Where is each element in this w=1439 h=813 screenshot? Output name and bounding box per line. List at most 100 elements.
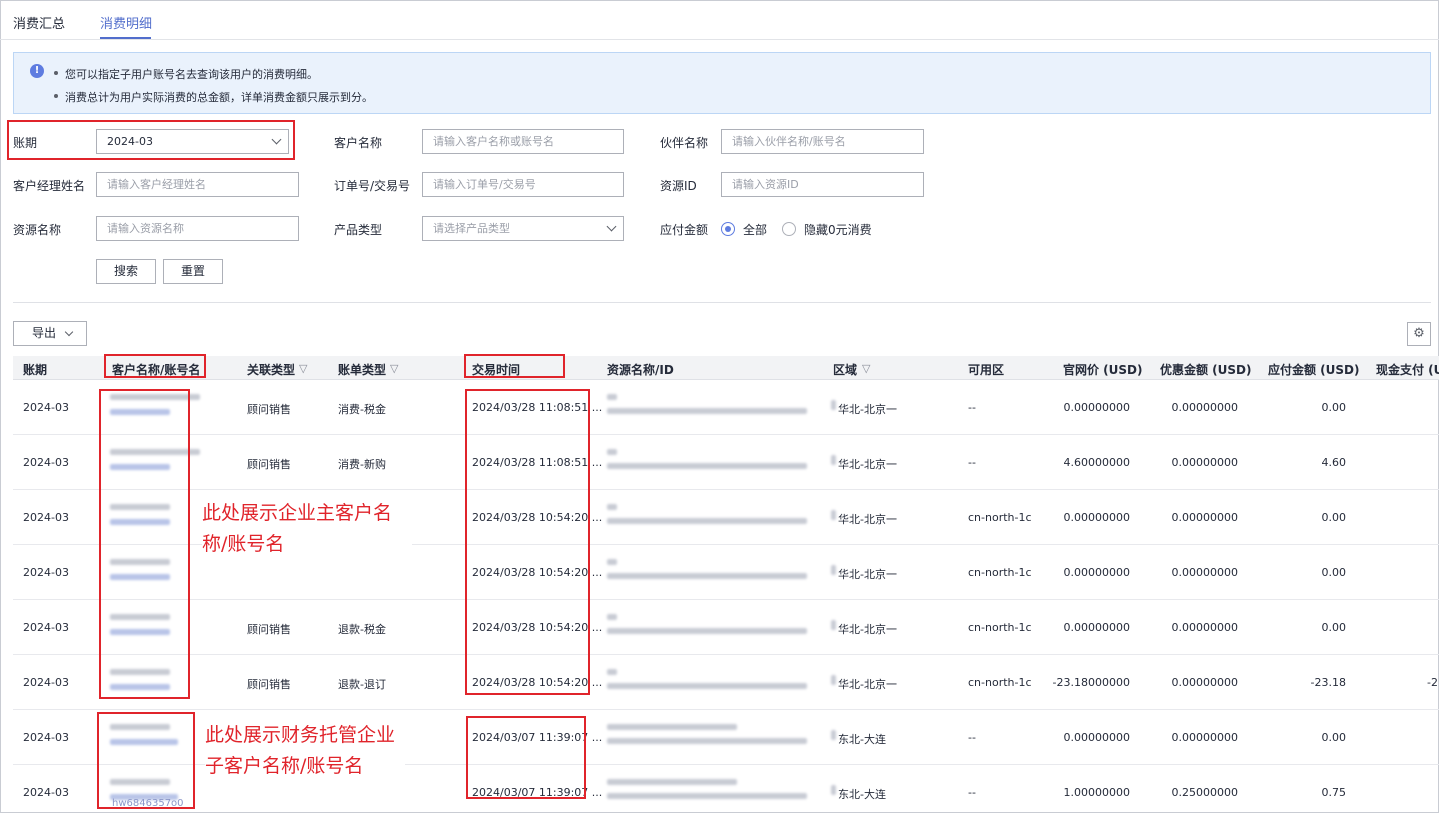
redacted-resource-name bbox=[607, 449, 617, 455]
redacted-region-mark bbox=[831, 675, 836, 685]
th-resource: 资源名称/ID bbox=[607, 363, 674, 377]
cell-discount: 0.00000000 bbox=[1171, 676, 1238, 689]
cell-period: 2024-03 bbox=[23, 511, 69, 524]
highlight-box-customer-main bbox=[99, 389, 190, 699]
radio-all[interactable] bbox=[721, 222, 735, 236]
tab-summary[interactable]: 消费汇总 bbox=[13, 13, 65, 32]
cell-payable: 0.00 bbox=[1321, 511, 1347, 524]
redacted-region-mark bbox=[831, 620, 836, 630]
redacted-region-mark bbox=[831, 785, 836, 795]
cell-list-price: 0.00000000 bbox=[1063, 511, 1130, 524]
chevron-down-icon bbox=[64, 327, 74, 337]
chevron-down-icon bbox=[606, 221, 617, 232]
cell-region: 华北-北京一 bbox=[838, 403, 897, 416]
cell-relation: 顾问销售 bbox=[247, 623, 291, 636]
cell-period: 2024-03 bbox=[23, 676, 69, 689]
info-notice: ! 您可以指定子用户账号名去查询该用户的消费明细。 消费总计为用户实际消费的总金… bbox=[13, 52, 1431, 114]
redacted-region-mark bbox=[831, 565, 836, 575]
th-list-price: 官网价 (USD) bbox=[1063, 363, 1143, 377]
tab-detail[interactable]: 消费明细 bbox=[100, 13, 152, 32]
notice-line-2: 消费总计为用户实际消费的总金额，详单消费金额只展示到分。 bbox=[65, 91, 373, 104]
cell-discount: 0.00000000 bbox=[1171, 731, 1238, 744]
search-button[interactable]: 搜索 bbox=[96, 259, 156, 284]
redacted-resource-id bbox=[607, 573, 807, 579]
highlight-box-time-header bbox=[464, 354, 565, 378]
th-az: 可用区 bbox=[968, 363, 1005, 377]
cell-list-price: 4.60000000 bbox=[1063, 456, 1130, 469]
redacted-region-mark bbox=[831, 400, 836, 410]
filter-icon[interactable]: ▽ bbox=[299, 362, 307, 375]
active-tab-indicator bbox=[100, 37, 151, 39]
filter-icon[interactable]: ▽ bbox=[390, 362, 398, 375]
annotation-line: 此处展示企业主客户名 bbox=[202, 502, 393, 524]
customer-input[interactable]: 请输入客户名称或账号名 bbox=[422, 129, 624, 154]
redacted-resource-name bbox=[607, 669, 617, 675]
cell-period: 2024-03 bbox=[23, 456, 69, 469]
radio-hide-zero[interactable] bbox=[782, 222, 796, 236]
cell-cash: -2 bbox=[1427, 676, 1438, 689]
cell-bill-type: 退款-税金 bbox=[338, 623, 386, 636]
cell-payable: 0.00 bbox=[1321, 731, 1347, 744]
bullet bbox=[54, 71, 58, 75]
reset-button[interactable]: 重置 bbox=[163, 259, 223, 284]
cell-discount: 0.00000000 bbox=[1171, 511, 1238, 524]
cell-relation: 顾问销售 bbox=[247, 403, 291, 416]
resource-id-label: 资源ID bbox=[660, 179, 697, 193]
filter-icon[interactable]: ▽ bbox=[862, 362, 870, 375]
cell-period: 2024-03 bbox=[23, 566, 69, 579]
cell-region: 华北-北京一 bbox=[838, 678, 897, 691]
radio-hide-zero-label: 隐藏0元消费 bbox=[804, 223, 872, 237]
cell-period: 2024-03 bbox=[23, 401, 69, 414]
th-region: 区域 bbox=[833, 363, 858, 377]
tab-bar: 消费汇总 消费明细 bbox=[0, 0, 1439, 40]
cell-region: 华北-北京一 bbox=[838, 623, 897, 636]
resource-name-input[interactable]: 请输入资源名称 bbox=[96, 216, 299, 241]
cell-period: 2024-03 bbox=[23, 731, 69, 744]
redacted-resource-name bbox=[607, 614, 617, 620]
divider bbox=[13, 302, 1431, 303]
cell-period: 2024-03 bbox=[23, 786, 69, 799]
highlight-box-customer-header bbox=[104, 354, 206, 378]
redacted-region-mark bbox=[831, 510, 836, 520]
cell-bill-type: 消费-税金 bbox=[338, 403, 386, 416]
partner-label: 伙伴名称 bbox=[660, 136, 709, 150]
annotation-enterprise-main: 此处展示企业主客户名 称/账号名 bbox=[202, 498, 412, 566]
cell-az: cn-north-1c bbox=[968, 511, 1032, 524]
redacted-resource-id bbox=[607, 738, 807, 744]
resource-id-input[interactable]: 请输入资源ID bbox=[721, 172, 924, 197]
export-button[interactable]: 导出 bbox=[13, 321, 87, 346]
payable-label: 应付金额 bbox=[660, 223, 709, 237]
cell-period: 2024-03 bbox=[23, 621, 69, 634]
product-type-label: 产品类型 bbox=[334, 223, 383, 237]
cell-region: 华北-北京一 bbox=[838, 568, 897, 581]
bullet bbox=[54, 94, 58, 98]
cell-payable: 4.60 bbox=[1321, 456, 1347, 469]
cell-region: 华北-北京一 bbox=[838, 513, 897, 526]
cell-list-price: 0.00000000 bbox=[1063, 621, 1130, 634]
notice-line-1: 您可以指定子用户账号名去查询该用户的消费明细。 bbox=[65, 68, 318, 81]
highlight-box-time-main bbox=[465, 389, 590, 695]
cell-az: -- bbox=[968, 401, 976, 414]
product-type-select[interactable]: 请选择产品类型 bbox=[422, 216, 624, 241]
cell-relation: 顾问销售 bbox=[247, 458, 291, 471]
cell-list-price: 0.00000000 bbox=[1063, 566, 1130, 579]
customer-label: 客户名称 bbox=[334, 136, 383, 150]
cell-payable: -23.18 bbox=[1310, 676, 1346, 689]
order-label: 订单号/交易号 bbox=[334, 179, 411, 193]
highlight-box-customer-sub bbox=[97, 712, 195, 809]
cell-payable: 0.75 bbox=[1321, 786, 1347, 799]
cell-region: 东北-大连 bbox=[838, 788, 886, 801]
redacted-resource-id bbox=[607, 793, 807, 799]
th-bill-type: 账单类型 bbox=[338, 363, 387, 377]
cell-bill-type: 退款-退订 bbox=[338, 678, 386, 691]
manager-input[interactable]: 请输入客户经理姓名 bbox=[96, 172, 299, 197]
partner-input[interactable]: 请输入伙伴名称/账号名 bbox=[721, 129, 924, 154]
redacted-region-mark bbox=[831, 455, 836, 465]
cell-discount: 0.00000000 bbox=[1171, 401, 1238, 414]
cell-payable: 0.00 bbox=[1321, 401, 1347, 414]
gear-icon[interactable]: ⚙ bbox=[1407, 322, 1431, 346]
resource-name-label: 资源名称 bbox=[13, 223, 62, 237]
radio-all-label: 全部 bbox=[743, 223, 768, 237]
order-input[interactable]: 请输入订单号/交易号 bbox=[422, 172, 624, 197]
th-cash: 现金支付 (U bbox=[1376, 363, 1439, 377]
